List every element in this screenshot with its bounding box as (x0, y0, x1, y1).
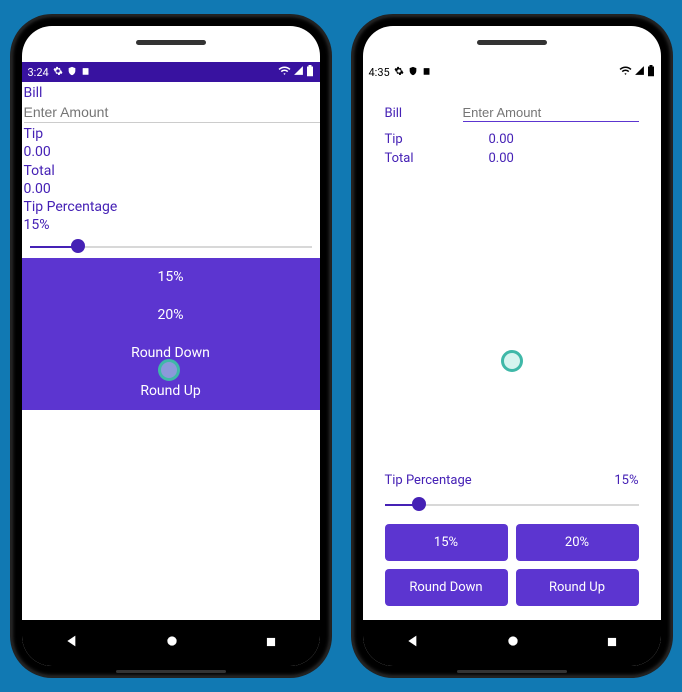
home-button[interactable] (505, 633, 521, 653)
tip-pct-label: Tip Percentage (22, 198, 320, 216)
speaker-icon (477, 40, 547, 45)
tip-15-button[interactable]: 15% (22, 258, 320, 296)
tip-label: Tip (22, 123, 320, 143)
bill-amount-input[interactable] (24, 102, 320, 123)
round-up-button[interactable]: Round Up (516, 569, 639, 606)
recents-button[interactable] (264, 634, 278, 653)
slider-thumb[interactable] (412, 497, 426, 511)
recents-button[interactable] (605, 634, 619, 653)
speaker-bottom-icon (116, 670, 226, 673)
android-navbar (22, 620, 320, 666)
phone-screen-a: 3:24 (22, 26, 320, 666)
tip-pct-row: Tip Percentage 15% (385, 473, 639, 488)
screen-content-a: Bill Tip 0.00 Total 0.00 Tip Percentage … (22, 82, 320, 620)
screen-content-b: Bill Tip 0.00 Total 0.00 Tip Percentage … (363, 82, 661, 620)
tip-20-button[interactable]: 20% (516, 524, 639, 561)
speaker-bottom-icon (457, 670, 567, 673)
tip-percentage-slider[interactable] (385, 492, 639, 516)
button-grid: 15% 20% Round Down Round Up (385, 524, 639, 606)
status-right (278, 65, 314, 80)
tip-value: 0.00 (489, 132, 514, 147)
bill-row: Bill (385, 104, 639, 122)
status-left: 4:35 (369, 66, 432, 79)
bill-amount-input[interactable] (463, 104, 639, 122)
button-block: 15% 20% Round Down Round Up (22, 258, 320, 410)
gear-icon (53, 66, 63, 79)
status-bar: 3:24 (22, 62, 320, 82)
battery-icon (306, 65, 314, 80)
tip-row: Tip 0.00 (385, 132, 639, 147)
tip-pct-label: Tip Percentage (385, 473, 472, 488)
speaker-icon (136, 40, 206, 45)
total-row: Total 0.00 (385, 151, 639, 166)
card-icon (81, 66, 91, 79)
shield-icon (67, 66, 77, 79)
touch-indicator-icon (158, 359, 180, 381)
back-button[interactable] (64, 633, 80, 653)
gear-icon (394, 66, 404, 79)
battery-icon (647, 65, 655, 80)
status-right (619, 65, 655, 80)
tip-pct-value: 15% (614, 473, 638, 488)
phone-screen-b: 4:35 Bill Tip 0.00 Total 0.00 (363, 26, 661, 666)
status-time: 4:35 (369, 66, 390, 79)
android-navbar (363, 620, 661, 666)
tip-label: Tip (385, 132, 489, 147)
phone-frame-b: 4:35 Bill Tip 0.00 Total 0.00 (353, 16, 671, 676)
tip-20-button[interactable]: 20% (22, 296, 320, 334)
total-label: Total (22, 162, 320, 180)
phone-frame-a: 3:24 (12, 16, 330, 676)
total-value: 0.00 (489, 151, 514, 166)
tip-value: 0.00 (22, 143, 320, 161)
wifi-icon (278, 65, 291, 79)
back-button[interactable] (405, 633, 421, 653)
round-down-button[interactable]: Round Down (385, 569, 508, 606)
touch-indicator-icon (501, 350, 523, 372)
signal-icon (293, 65, 304, 79)
wifi-icon (619, 65, 632, 79)
status-time: 3:24 (28, 66, 49, 79)
tip-pct-value: 15% (22, 216, 320, 234)
home-button[interactable] (164, 633, 180, 653)
total-value: 0.00 (22, 180, 320, 198)
status-bar: 4:35 (363, 62, 661, 82)
shield-icon (408, 66, 418, 79)
signal-icon (634, 65, 645, 79)
bottom-controls: Tip Percentage 15% 15% 20% Round Down Ro… (385, 473, 639, 606)
status-left: 3:24 (28, 66, 91, 79)
card-icon (422, 66, 432, 79)
bill-label: Bill (22, 82, 320, 102)
bill-label: Bill (385, 106, 463, 121)
tip-percentage-slider[interactable] (30, 234, 312, 258)
slider-thumb[interactable] (71, 239, 85, 253)
tip-15-button[interactable]: 15% (385, 524, 508, 561)
total-label: Total (385, 151, 489, 166)
